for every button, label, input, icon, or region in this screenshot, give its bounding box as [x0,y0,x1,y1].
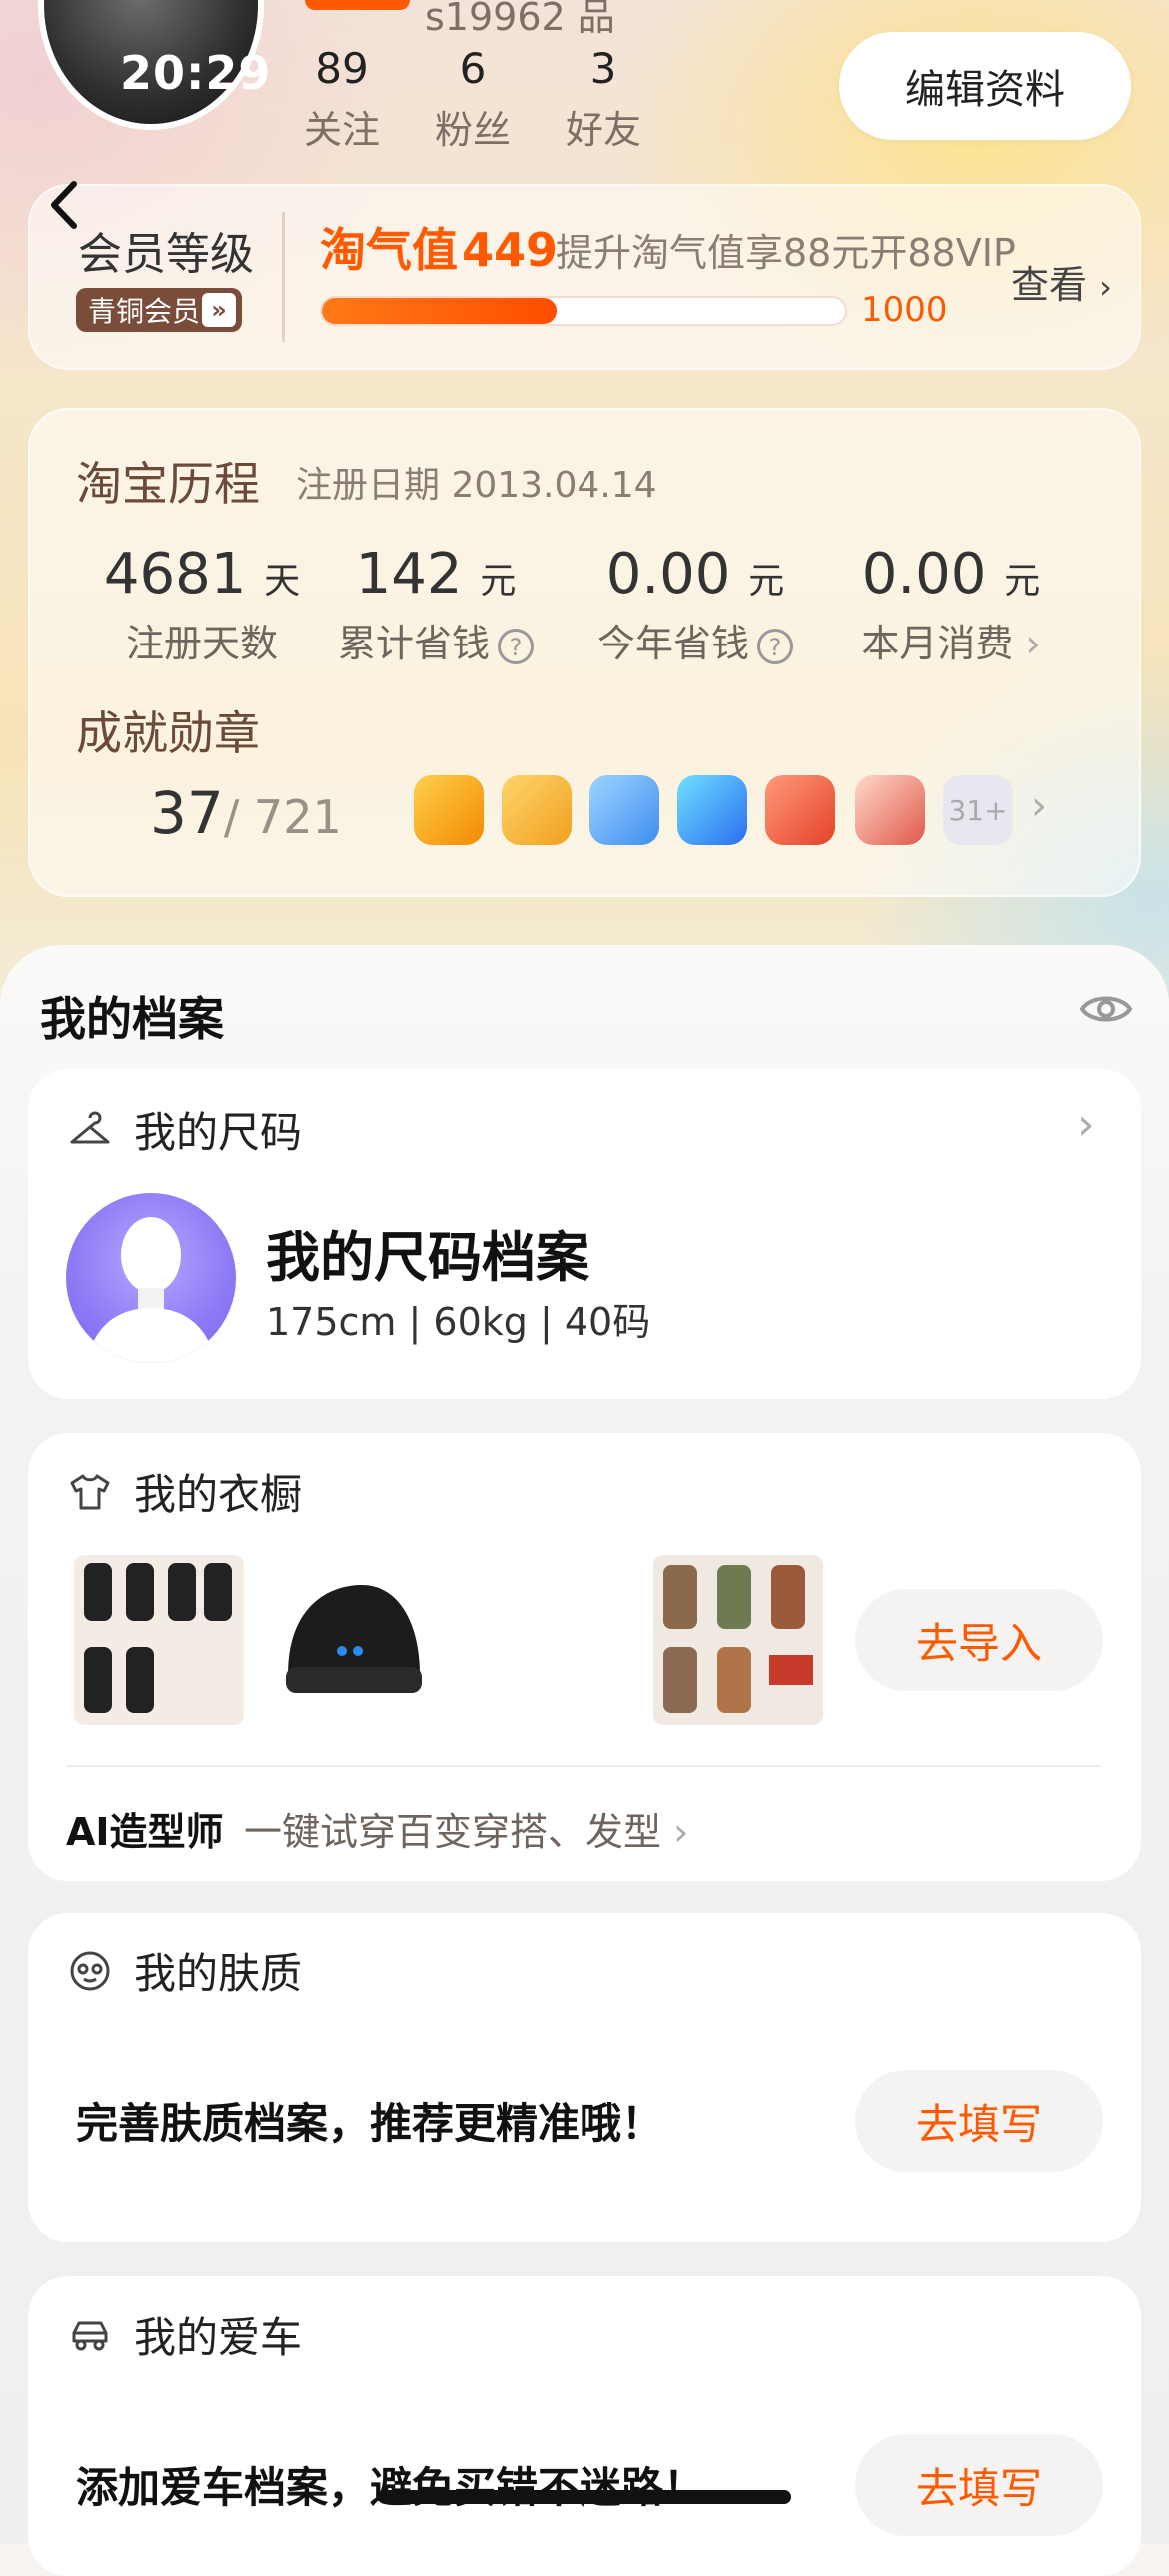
stat-value: 3 [589,44,617,93]
chevron-right-icon: › [661,1810,689,1854]
medal-icon[interactable] [502,775,572,845]
stat-label: 关注 [303,108,380,152]
size-archive-title: 我的尺码档案 [266,1226,589,1289]
face-icon [70,1951,110,1990]
hanger-icon [70,1111,110,1143]
import-button[interactable]: 去导入 [855,1589,1103,1691]
status-time: 20:29 [120,46,272,100]
member-badge[interactable]: 青铜会员 » [76,288,242,332]
stat-label: 好友 [565,108,641,152]
skin-fill-button[interactable]: 去填写 [855,2070,1103,2172]
nickname-partial [305,0,410,10]
taoqi-progress-bar [320,296,847,326]
skin-prompt: 完善肤质档案，推荐更精准哦！ [76,2099,664,2148]
medal-icon[interactable] [677,775,747,845]
wardrobe-item-socks[interactable] [74,1555,244,1725]
divider [282,212,285,342]
metric-month-spend[interactable]: 0.00 元 本月消费 › [831,542,1071,667]
edit-profile-button[interactable]: 编辑资料 [839,32,1131,140]
register-date: 注册日期 2013.04.14 [296,465,657,506]
journey-title: 淘宝历程 [76,457,260,511]
chevron-right-icon: › [1099,268,1112,306]
medal-icon[interactable] [855,775,925,845]
size-card-head: 我的尺码 [68,1099,302,1160]
car-icon [72,2321,108,2350]
car-card-head: 我的爱车 [68,2304,302,2365]
chevron-right-icon: › [1013,622,1041,665]
wardrobe-item-beanie[interactable] [270,1555,440,1725]
mannequin-avatar [66,1193,236,1363]
medal-icon[interactable] [414,775,484,845]
ai-stylist-label[interactable]: AI造型师 [66,1801,224,1856]
wardrobe-item-wool-socks[interactable] [653,1555,823,1725]
tshirt-icon [70,1474,110,1509]
stat-value: 6 [459,44,487,93]
user-id-partial: s19962 品 [425,0,615,39]
stat-following[interactable]: 89 关注 [282,44,402,154]
member-level-title: 会员等级 [78,229,254,280]
taoqi-progress-fill [322,298,558,324]
home-indicator[interactable] [378,2490,791,2504]
size-archive-summary: 175cm | 60kg | 40码 [266,1300,651,1344]
double-chevron-icon: » [202,293,236,327]
medal-icon[interactable] [765,775,835,845]
stat-label: 粉丝 [434,108,511,152]
skin-card-head: 我的肤质 [68,1940,302,2001]
taoqi-value: 淘气值449 [320,223,559,277]
more-medals-badge[interactable]: 31+ [943,775,1013,845]
back-arrow-icon[interactable] [46,180,82,230]
eye-icon[interactable] [1079,989,1133,1029]
chevron-right-icon[interactable]: › [1077,1099,1095,1150]
divider [66,1765,1101,1767]
taoqi-hint: 提升淘气值享88元开88VIP [556,231,1016,275]
stat-value: 89 [315,44,369,93]
question-icon[interactable]: ? [498,628,534,664]
chevron-right-icon[interactable]: › [1031,783,1047,829]
ai-stylist-link[interactable]: 一键试穿百变穿搭、发型 › [244,1801,688,1856]
stat-friends[interactable]: 3 好友 [544,44,663,154]
metric-register-days: 4681 天 注册天数 [103,542,301,665]
metric-year-saved[interactable]: 0.00 元 今年省钱? [576,542,815,667]
profile-title: 我的档案 [40,992,224,1046]
view-member-link[interactable]: 查看 › [1011,254,1112,309]
member-badge-label: 青铜会员 [88,295,201,328]
car-prompt: 添加爱车档案，避免买错不迷路！ [76,2463,706,2512]
medal-icon[interactable] [589,775,659,845]
achievement-count[interactable]: 37/ 721 [150,779,342,847]
metric-total-saved[interactable]: 142 元 累计省钱? [316,542,556,667]
stat-followers[interactable]: 6 粉丝 [413,44,533,154]
achievements-title: 成就勋章 [76,706,260,760]
car-fill-button[interactable]: 去填写 [855,2434,1103,2536]
wardrobe-card-head: 我的衣橱 [68,1461,302,1522]
taoqi-progress-max: 1000 [861,290,948,330]
question-icon[interactable]: ? [757,628,793,664]
